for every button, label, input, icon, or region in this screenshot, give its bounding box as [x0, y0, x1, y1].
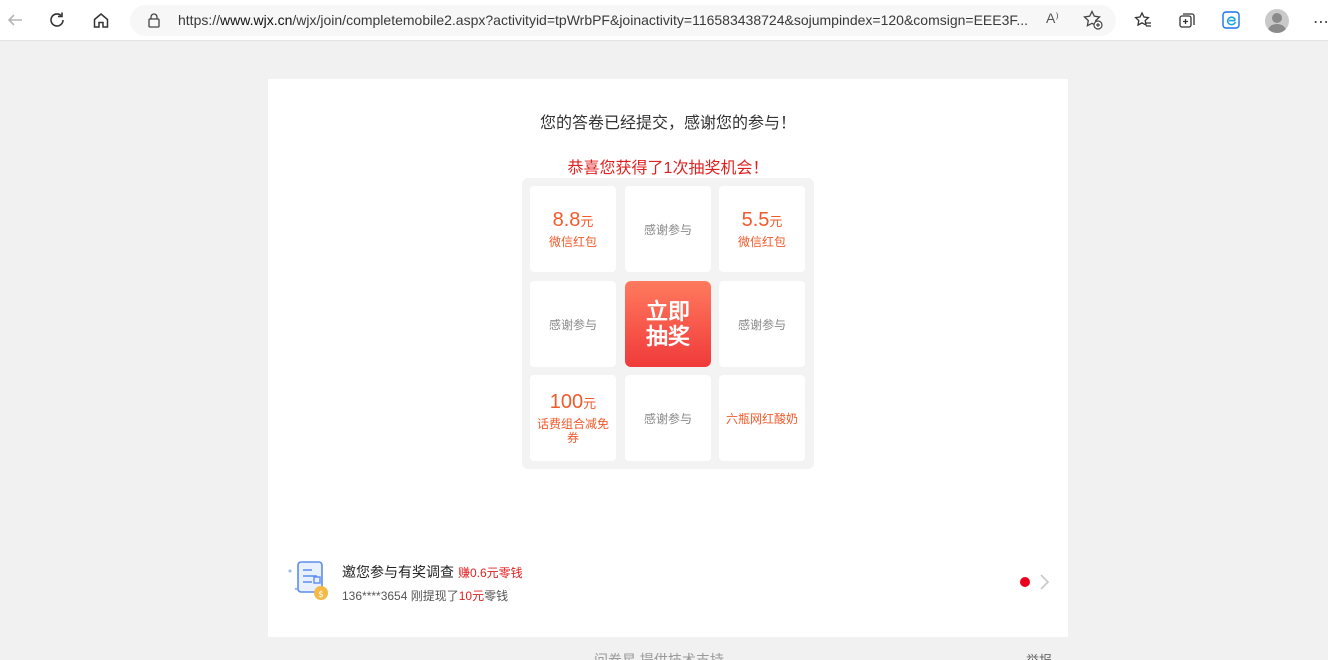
prize-label: 话费组合减免券: [536, 417, 609, 445]
survey-document-icon: $: [288, 561, 328, 600]
prize-amount: 5.5元: [742, 209, 783, 233]
svg-text:$: $: [318, 590, 324, 600]
lottery-chance-message: 恭喜您获得了1次抽奖机会！: [567, 160, 769, 177]
invite-title-line: 邀您参与有奖调查 赚0.6元零钱: [342, 562, 523, 582]
withdraw-prefix: 136****3654 刚提现了: [342, 589, 459, 603]
home-icon[interactable]: [86, 5, 116, 35]
profile-icon[interactable]: [1265, 9, 1289, 33]
lottery-cell-thanks: 感谢参与: [719, 281, 805, 367]
survey-invite-banner[interactable]: $ 邀您参与有奖调查 赚0.6元零钱 136****3654 刚提现了10元零钱: [286, 559, 1056, 609]
report-link[interactable]: 举报: [1026, 650, 1052, 660]
prize-amount-value: 5.5: [741, 209, 770, 231]
read-aloud-icon[interactable]: A⁾: [1046, 10, 1066, 30]
lottery-grid: 8.8元 微信红包 感谢参与 5.5元 微信红包 感谢参与 立即抽奖 感谢参与 …: [522, 178, 814, 469]
browser-toolbar: https://www.wjx.cn/wjx/join/completemobi…: [0, 0, 1328, 41]
back-icon[interactable]: [0, 5, 30, 35]
lottery-cell-thanks: 感谢参与: [625, 186, 711, 272]
prize-amount: 100元: [550, 391, 596, 415]
prize-amount-unit: 元: [769, 214, 783, 229]
thanks-label: 感谢参与: [737, 317, 786, 332]
withdraw-notice: 136****3654 刚提现了10元零钱: [342, 587, 508, 604]
lottery-cell-thanks: 感谢参与: [530, 281, 616, 367]
lottery-cell-cash: 5.5元 微信红包: [719, 186, 805, 272]
withdraw-suffix: 零钱: [484, 589, 509, 603]
url-host: www.wjx.cn: [220, 12, 293, 28]
thanks-label: 感谢参与: [643, 222, 692, 237]
lottery-cell-cash: 8.8元 微信红包: [530, 186, 616, 272]
draw-now-button[interactable]: 立即抽奖: [625, 281, 711, 367]
url-text[interactable]: https://www.wjx.cn/wjx/join/completemobi…: [178, 12, 1040, 28]
invite-title: 邀您参与有奖调查: [342, 564, 454, 580]
prize-amount-unit: 元: [580, 214, 594, 229]
prize-label: 微信红包: [737, 235, 786, 249]
submitted-message: 您的答卷已经提交，感谢您的参与！: [539, 115, 796, 132]
result-card: 您的答卷已经提交，感谢您的参与！ 恭喜您获得了1次抽奖机会！ 8.8元 微信红包…: [268, 79, 1068, 637]
chevron-right-icon[interactable]: [1038, 572, 1050, 592]
refresh-icon[interactable]: [42, 5, 72, 35]
prize-amount-value: 8.8: [552, 209, 581, 231]
withdraw-amount: 10元: [458, 589, 485, 603]
page-footer: 问卷星 提供技术支持 举报: [268, 650, 1068, 660]
url-prefix: https://: [178, 12, 221, 28]
favorites-icon[interactable]: [1128, 5, 1158, 35]
footer-brand[interactable]: 问卷星 提供技术支持: [594, 650, 724, 660]
lock-icon[interactable]: [146, 12, 162, 28]
address-bar[interactable]: https://www.wjx.cn/wjx/join/completemobi…: [130, 5, 1116, 36]
lottery-cell-thanks: 感谢参与: [625, 375, 711, 461]
more-icon[interactable]: ⋯: [1313, 12, 1328, 32]
lottery-cell-prize: 六瓶网红酸奶: [719, 375, 805, 461]
prize-label: 微信红包: [548, 235, 597, 249]
draw-now-label: 立即抽奖: [645, 299, 690, 349]
collections-icon[interactable]: [1172, 5, 1202, 35]
add-favorite-icon[interactable]: [1082, 9, 1104, 31]
url-path: /wjx/join/completemobile2.aspx?activityi…: [292, 12, 1029, 28]
lottery-cell-cash: 100元 话费组合减免券: [530, 375, 616, 461]
edge-icon[interactable]: [1216, 5, 1246, 35]
invite-earn: 赚0.6元零钱: [458, 566, 523, 580]
thanks-label: 感谢参与: [548, 317, 597, 332]
thanks-label: 感谢参与: [643, 411, 692, 426]
prize-amount-value: 100: [549, 391, 584, 413]
prize-amount: 8.8元: [553, 209, 594, 233]
prize-amount-unit: 元: [583, 396, 597, 411]
prize-label: 六瓶网红酸奶: [725, 411, 798, 426]
notification-dot: [1020, 577, 1030, 587]
